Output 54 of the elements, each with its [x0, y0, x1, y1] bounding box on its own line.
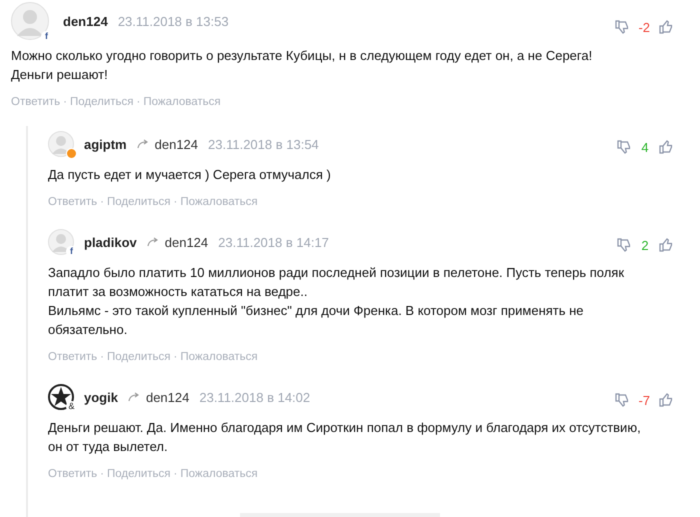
comment-action-link[interactable]: Ответить	[48, 196, 98, 208]
thumbs-down-icon[interactable]	[614, 392, 630, 408]
comment-action-link[interactable]: Ответить	[48, 351, 98, 363]
author-name[interactable]: den124	[63, 14, 108, 28]
separator-dot: ·	[174, 468, 178, 480]
comment-action-link[interactable]: Поделиться	[107, 196, 171, 208]
thumbs-up-icon[interactable]	[658, 237, 674, 253]
comment-date: 23.11.2018 в 13:54	[208, 136, 319, 152]
comment-action-link[interactable]: Пожаловаться	[180, 351, 258, 363]
separator-dot: ·	[136, 96, 140, 108]
thumbs-up-icon[interactable]	[658, 19, 674, 35]
comment-date: 23.11.2018 в 13:53	[118, 14, 229, 28]
thumbs-up-icon[interactable]	[658, 139, 674, 155]
separator-dot: ·	[174, 351, 178, 363]
comment-date: 23.11.2018 в 14:17	[218, 234, 329, 250]
thumbs-down-icon[interactable]	[616, 139, 632, 155]
author-name[interactable]: pladikov	[84, 234, 137, 250]
thumbs-down-icon[interactable]	[616, 237, 632, 253]
thumbs-up-icon[interactable]	[658, 392, 674, 408]
comment-action-link[interactable]: Поделиться	[107, 351, 171, 363]
separator-dot: ·	[63, 96, 67, 108]
reply-arrow-icon	[128, 392, 140, 402]
avatar-icon: &	[48, 384, 74, 410]
vote-score: -2	[638, 20, 650, 34]
reply-to-name[interactable]: den124	[164, 234, 208, 250]
comment-action-link[interactable]: Поделиться	[107, 468, 171, 480]
comment-action-link[interactable]: Ответить	[48, 468, 98, 480]
comment-action-link[interactable]: Пожаловаться	[143, 96, 221, 108]
reply-arrow-icon	[136, 139, 149, 149]
avatar-icon	[48, 131, 74, 157]
separator-dot: ·	[174, 196, 178, 208]
reply-arrow-icon	[146, 237, 159, 247]
comment-text: Да пусть едет и мучается ) Серега отмучался )	[48, 166, 332, 184]
separator-dot: ·	[100, 468, 104, 480]
avatar-icon: f	[48, 229, 74, 255]
vote-score: -7	[638, 392, 650, 408]
author-name[interactable]: yogik	[84, 390, 118, 404]
comment-action-link[interactable]: Пожаловаться	[180, 196, 258, 208]
comment-text: Западло было платить 10 миллионов ради последней позиции в пелетоне. Пусть теперь поляк платит за возможность кататься на ведре.. Вильямс - это такой купленный "бизнес" для дочи Френка. В котором мозг применять не обязательно.	[48, 264, 626, 339]
avatar-icon: f	[11, 2, 49, 40]
comment-action-link[interactable]: Пожаловаться	[180, 468, 258, 480]
author-name[interactable]: agiptm	[84, 136, 127, 152]
vote-score: 2	[640, 238, 650, 252]
vote-score: 4	[640, 140, 650, 154]
comment-action-link[interactable]: Ответить	[11, 96, 60, 108]
comment-text: Деньги решают. Да. Именно благодаря им Сироткин попал в формулу и благодаря их отсутствию, он от туда вылетел.	[48, 419, 642, 456]
comment-date: 23.11.2018 в 14:02	[199, 390, 310, 404]
separator-dot: ·	[100, 351, 104, 363]
reply-to-name[interactable]: den124	[154, 136, 198, 152]
comment-text: Можно сколько угодно говорить о результате Кубицы, н в следующем году едет он, а не Серега! Деньги решают!	[11, 47, 594, 84]
separator-dot: ·	[100, 196, 104, 208]
thumbs-down-icon[interactable]	[614, 19, 630, 35]
reply-to-name[interactable]: den124	[146, 390, 190, 404]
comment-action-link[interactable]: Поделиться	[70, 96, 134, 108]
